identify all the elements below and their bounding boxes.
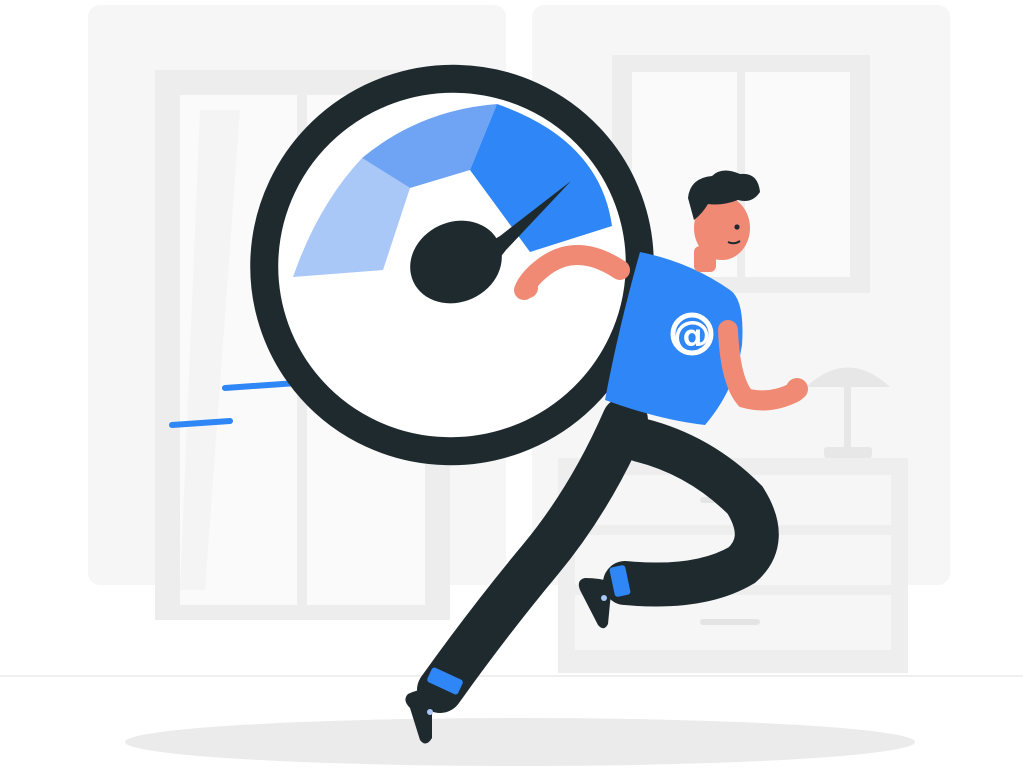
shirt-at-symbol: @ bbox=[673, 313, 711, 357]
speed-illustration: @ bbox=[0, 5, 1023, 766]
ground-shadow bbox=[125, 718, 915, 766]
at-sign-icon: @ bbox=[670, 312, 714, 357]
